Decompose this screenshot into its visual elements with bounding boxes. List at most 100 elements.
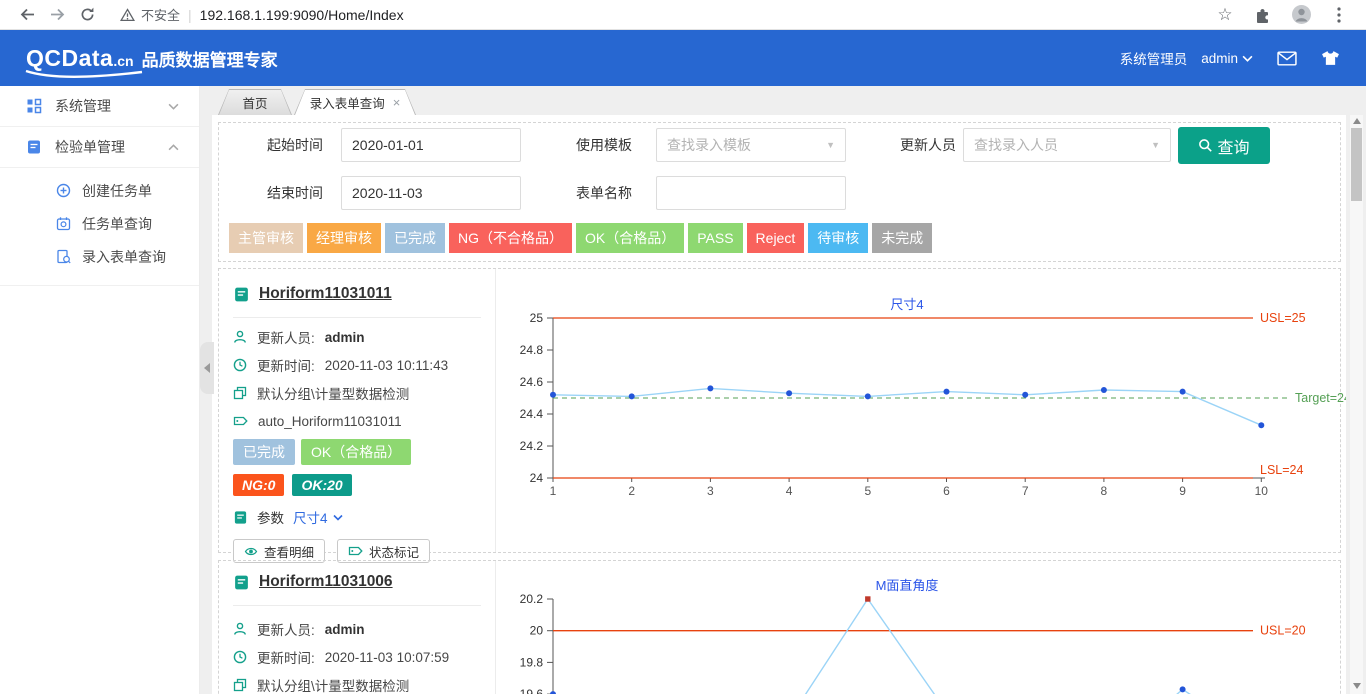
sidebar-item-form-query[interactable]: 录入表单查询 [0, 240, 199, 273]
search-icon [1198, 138, 1213, 153]
status-badge: 未完成 [872, 223, 932, 253]
form-record-card: Horiform11031006 更新人员: admin 更新时间: 2020-… [218, 560, 1341, 694]
theme-shirt-icon[interactable] [1321, 50, 1340, 66]
svg-text:3: 3 [707, 484, 714, 498]
security-label: 不安全 [141, 5, 180, 24]
sidebar-item-create-task[interactable]: 创建任务单 [0, 174, 199, 207]
form-name-input[interactable] [656, 176, 846, 210]
extensions-icon[interactable] [1248, 0, 1278, 30]
status-badge: 已完成 [233, 439, 295, 465]
chevron-up-icon [168, 144, 179, 151]
svg-text:25: 25 [530, 311, 544, 325]
control-chart-area: 19.619.82020.2USL=20M面直角度 [496, 561, 1340, 694]
sidebar-item-label: 检验单管理 [55, 137, 125, 157]
scrollbar-thumb[interactable] [1351, 128, 1362, 201]
svg-text:10: 10 [1255, 484, 1269, 498]
close-icon[interactable]: × [393, 95, 401, 110]
end-time-input[interactable] [341, 176, 521, 210]
parameter-icon [233, 510, 248, 525]
content-panel: 起始时间 使用模板 查找录入模板 ▼ 更新人员 查找录入人员 ▼ 查询 结束时间 [212, 115, 1346, 694]
template-placeholder: 查找录入模板 [667, 135, 751, 155]
vertical-scrollbar[interactable] [1350, 115, 1363, 694]
ok-count-badge: OK:20 [292, 474, 351, 496]
plus-circle-icon [56, 183, 71, 198]
form-record-card: Horiform11031011 更新人员: admin 更新时间: 2020-… [218, 268, 1341, 553]
record-title-link[interactable]: Horiform11031006 [259, 573, 393, 591]
update-time-label: 更新时间: [257, 355, 315, 375]
update-time-row: 更新时间: 2020-11-03 10:11:43 [233, 356, 481, 374]
warning-icon [120, 8, 135, 22]
person-icon [233, 330, 247, 344]
chevron-left-icon [204, 363, 210, 373]
sidebar-collapse-handle[interactable] [200, 342, 214, 394]
updater-value: admin [325, 622, 365, 637]
tab-home[interactable]: 首页 [218, 89, 292, 115]
group-copy-icon [233, 386, 247, 400]
scroll-up-icon[interactable] [1350, 115, 1363, 127]
svg-text:4: 4 [786, 484, 793, 498]
tag-icon [233, 414, 248, 428]
svg-text:5: 5 [864, 484, 871, 498]
template-select[interactable]: 查找录入模板 ▼ [656, 128, 846, 162]
url-separator: | [188, 7, 192, 23]
profile-avatar[interactable] [1286, 0, 1316, 30]
sidebar-item-task-query[interactable]: 任务单查询 [0, 207, 199, 240]
sidebar-item-system-management[interactable]: 系统管理 [0, 86, 199, 127]
address-bar-url[interactable]: 192.168.1.199:9090/Home/Index [200, 7, 404, 23]
svg-text:24.6: 24.6 [520, 375, 544, 389]
user-menu[interactable]: admin [1201, 51, 1253, 66]
parameter-value: 尺寸4 [293, 507, 328, 527]
status-legend: 主管审核 经理审核 已完成 NG（不合格品） OK（合格品） PASS Reje… [229, 223, 932, 253]
svg-text:USL=25: USL=25 [1260, 311, 1306, 325]
app-header: QCData .cn 品质数据管理专家 系统管理员 admin [0, 30, 1366, 86]
username: admin [1201, 51, 1238, 66]
main-area: 首页 录入表单查询 × 起始时间 使用模板 查找录入模板 ▼ 更新人员 [200, 86, 1366, 694]
svg-text:7: 7 [1022, 484, 1029, 498]
form-icon [233, 574, 250, 591]
chevron-down-icon [333, 514, 343, 521]
updater-select[interactable]: 查找录入人员 ▼ [963, 128, 1171, 162]
scroll-down-icon[interactable] [1350, 680, 1363, 692]
select-caret-icon: ▼ [826, 140, 835, 150]
updater-row: 更新人员: admin [233, 620, 481, 638]
sidebar-subitem-label: 任务单查询 [82, 214, 152, 234]
site-security-chip[interactable]: 不安全 [120, 5, 180, 24]
brand-suffix: .cn [113, 53, 133, 69]
tab-bar: 首页 录入表单查询 × [200, 86, 1366, 115]
chevron-down-icon [1242, 55, 1253, 62]
refresh-icon[interactable] [72, 0, 102, 30]
svg-text:20.2: 20.2 [520, 592, 544, 606]
status-badge: 已完成 [385, 223, 445, 253]
update-time-value: 2020-11-03 10:07:59 [325, 650, 449, 665]
view-detail-label: 查看明细 [264, 542, 314, 561]
sidebar-item-inspection-management[interactable]: 检验单管理 [0, 127, 199, 168]
status-badge: 待审核 [808, 223, 868, 253]
svg-text:24.2: 24.2 [520, 439, 544, 453]
parameter-select[interactable]: 尺寸4 [293, 507, 343, 527]
browser-menu-icon[interactable] [1324, 0, 1354, 30]
svg-text:M面直角度: M面直角度 [876, 578, 939, 593]
svg-text:Target=24.5: Target=24.5 [1295, 391, 1346, 405]
group-row: 默认分组\计量型数据检测 [233, 384, 481, 402]
brand-tagline: 品质数据管理专家 [142, 46, 278, 71]
status-badge: OK（合格品） [301, 439, 411, 465]
mail-icon[interactable] [1277, 51, 1297, 66]
start-time-input[interactable] [341, 128, 521, 162]
record-title-link[interactable]: Horiform11031011 [259, 285, 392, 303]
updater-label: 更新人员 [886, 128, 956, 162]
tab-form-query[interactable]: 录入表单查询 × [294, 89, 416, 115]
sidebar: 系统管理 检验单管理 创建任务单 任务单查询 录入表单查询 [0, 86, 200, 694]
svg-text:LSL=24: LSL=24 [1260, 463, 1303, 477]
start-time-label: 起始时间 [253, 128, 323, 162]
eye-icon [244, 545, 258, 558]
search-button[interactable]: 查询 [1178, 127, 1270, 164]
logo-swoosh [24, 69, 144, 81]
brand-logo: QCData .cn 品质数据管理专家 [26, 45, 278, 72]
bookmark-star-icon[interactable]: ☆ [1210, 0, 1240, 30]
form-icon [233, 286, 250, 303]
back-icon[interactable] [12, 0, 42, 30]
status-badge: OK（合格品） [576, 223, 684, 253]
svg-text:19.6: 19.6 [520, 687, 544, 694]
forward-icon[interactable] [42, 0, 72, 30]
updater-label: 更新人员: [257, 327, 315, 347]
